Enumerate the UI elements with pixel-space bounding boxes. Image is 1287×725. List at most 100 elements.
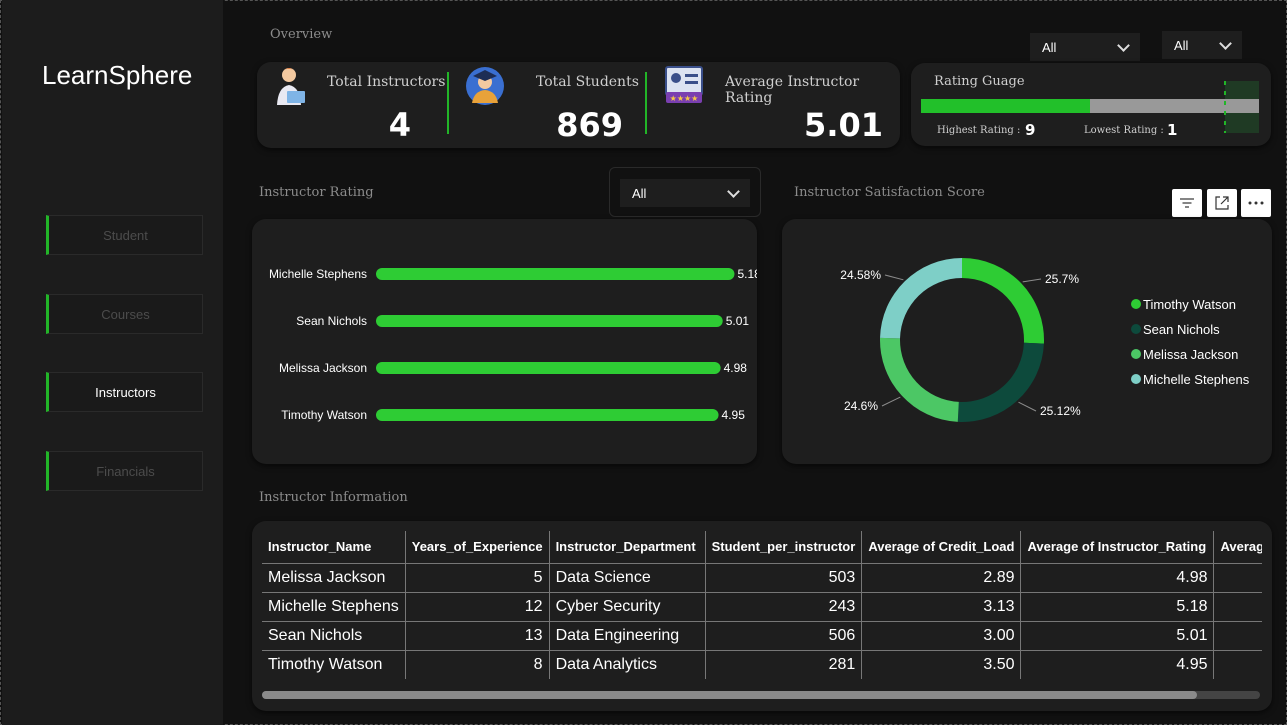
more-options-button[interactable] xyxy=(1241,189,1271,217)
table-cell: 3.13 xyxy=(861,592,1021,622)
kpi-value-instructors: 4 xyxy=(388,106,411,144)
donut-leader-line xyxy=(884,274,904,281)
legend-label[interactable]: Melissa Jackson xyxy=(1143,347,1238,362)
table-cell: 503 xyxy=(704,563,862,593)
donut-leader-line xyxy=(1022,278,1042,283)
student-icon xyxy=(466,67,504,105)
table-cell: 2.89 xyxy=(861,563,1021,593)
table-row[interactable]: Michelle Stephens 12 Cyber Security 243 3.13… xyxy=(262,592,1262,622)
table-cell: 3.50 xyxy=(861,650,1021,679)
column-header[interactable]: Instructor_Name xyxy=(262,531,406,564)
satisfaction-section-title: Instructor Satisfaction Score xyxy=(794,185,985,200)
legend-marker xyxy=(1131,299,1141,309)
donut-slice[interactable] xyxy=(880,337,959,422)
nav-courses[interactable]: Courses xyxy=(46,294,203,334)
table-cell: 243 xyxy=(704,592,862,622)
nav-financials[interactable]: Financials xyxy=(46,451,203,491)
column-header[interactable]: Student_per_instructor xyxy=(704,531,862,564)
info-section-title: Instructor Information xyxy=(259,490,408,505)
rating-filter[interactable]: All xyxy=(620,179,750,207)
legend-label[interactable]: Sean Nichols xyxy=(1143,322,1220,337)
nav-instructors[interactable]: Instructors xyxy=(46,372,203,412)
overview-filter-2[interactable]: All xyxy=(1162,31,1242,59)
table-row[interactable]: Sean Nichols 13 Data Engineering 506 3.00 5.0… xyxy=(262,621,1262,651)
table-cell: 12 xyxy=(404,592,550,622)
chevron-down-icon xyxy=(727,184,740,198)
legend-marker xyxy=(1131,349,1141,359)
nav-student[interactable]: Student xyxy=(46,215,203,255)
column-header[interactable]: Average of Instructor_Rating xyxy=(1020,531,1214,564)
filter-icon xyxy=(1180,198,1194,208)
bar-value-label: 4.98 xyxy=(724,361,748,375)
legend-marker xyxy=(1131,374,1141,384)
table-cell xyxy=(1213,650,1262,679)
table-row[interactable]: Melissa Jackson 5 Data Science 503 2.89 4.98 xyxy=(262,563,1262,593)
focus-mode-button[interactable] xyxy=(1207,189,1237,217)
table-cell: Timothy Watson xyxy=(268,655,383,673)
bar-value-label: 4.95 xyxy=(722,408,746,422)
chevron-down-icon xyxy=(1219,36,1232,50)
column-header[interactable]: Average of Credit_Load xyxy=(861,531,1021,564)
table-cell: 8 xyxy=(404,650,550,679)
satisfaction-donut-chart: 25.7% 25.12% 24.6% 24.58% Timothy Watson Sean… xyxy=(840,258,1250,422)
donut-leader-line xyxy=(1018,401,1037,412)
donut-slice[interactable] xyxy=(957,342,1044,422)
table-cell: Melissa Jackson xyxy=(262,563,406,593)
donut-data-label: 25.12% xyxy=(1040,404,1081,418)
donut-leader-line xyxy=(881,396,901,407)
legend-label[interactable]: Timothy Watson xyxy=(1143,297,1236,312)
focus-mode-icon xyxy=(1215,196,1229,210)
table-cell: 4.95 xyxy=(1020,650,1214,679)
kpi-label-students: Total Students xyxy=(536,74,639,90)
bar-category-label: Sean Nichols xyxy=(296,314,367,328)
table-cell: 5.18 xyxy=(1020,592,1214,622)
overview-filter-1-value: All xyxy=(1042,39,1057,55)
legend-marker xyxy=(1131,324,1141,334)
overview-title: Overview xyxy=(270,27,333,42)
table-cell: Michelle Stephens xyxy=(262,592,406,622)
column-header[interactable]: Years_of_Experience xyxy=(404,531,550,564)
kpi-divider xyxy=(645,72,647,134)
table-cell: Cyber Security xyxy=(548,592,706,622)
horizontal-scrollbar-thumb[interactable] xyxy=(262,691,1197,699)
table-cell xyxy=(1213,621,1262,651)
bar[interactable] xyxy=(376,268,735,280)
kpi-label-instructors: Total Instructors xyxy=(327,74,446,90)
kpi-value-rating: 5.01 xyxy=(804,106,883,144)
table-cell: 3.00 xyxy=(861,621,1021,651)
info-table-viewport: Instructor_Name Years_of_Experience Instru… xyxy=(262,531,1262,679)
table-cell: 281 xyxy=(704,650,862,679)
legend-label[interactable]: Michelle Stephens xyxy=(1143,372,1250,387)
column-header[interactable]: Instructor_Department xyxy=(548,531,706,564)
column-header[interactable]: Average xyxy=(1213,531,1262,564)
donut-data-label: 24.58% xyxy=(840,268,881,282)
horizontal-scrollbar-track[interactable] xyxy=(262,691,1260,699)
donut-data-label: 24.6% xyxy=(844,399,878,413)
table-row[interactable]: Timothy Watson 8 Data Analytics 281 3.50 4.95 xyxy=(262,650,1262,679)
bar-category-label: Timothy Watson xyxy=(281,408,367,422)
gauge-fill xyxy=(921,99,1090,113)
table-cell xyxy=(1213,563,1262,593)
kpi-label-rating: Average Instructor Rating xyxy=(725,74,860,106)
table-header-row: Instructor_Name Years_of_Experience Instru… xyxy=(262,531,1262,564)
overview-filter-1[interactable]: All xyxy=(1030,33,1140,61)
gauge-highest-value: 9 xyxy=(1025,121,1036,139)
rating-gauge-panel: Rating Guage Highest Rating : 9 Lowest R… xyxy=(911,63,1271,146)
bar[interactable] xyxy=(376,315,723,327)
gauge-highest-label: Highest Rating : xyxy=(937,125,1021,136)
donut-slice[interactable] xyxy=(880,258,962,339)
bar[interactable] xyxy=(376,409,719,421)
kpi-value-students: 869 xyxy=(556,106,623,144)
donut-slice[interactable] xyxy=(962,258,1044,344)
filter-button[interactable] xyxy=(1172,189,1202,217)
rating-section-title: Instructor Rating xyxy=(259,185,374,200)
table-cell xyxy=(1213,592,1262,622)
gauge-lowest-label: Lowest Rating : xyxy=(1084,125,1164,136)
sidebar: LearnSphere Student Courses Instructors … xyxy=(2,0,223,725)
bar[interactable] xyxy=(376,362,721,374)
bar-value-label: 5.01 xyxy=(726,314,750,328)
info-table-panel: Instructor_Name Years_of_Experience Instru… xyxy=(252,521,1272,711)
donut-data-label: 25.7% xyxy=(1045,272,1079,286)
overview-filter-2-value: All xyxy=(1174,37,1189,53)
app-brand: LearnSphere xyxy=(42,60,193,90)
